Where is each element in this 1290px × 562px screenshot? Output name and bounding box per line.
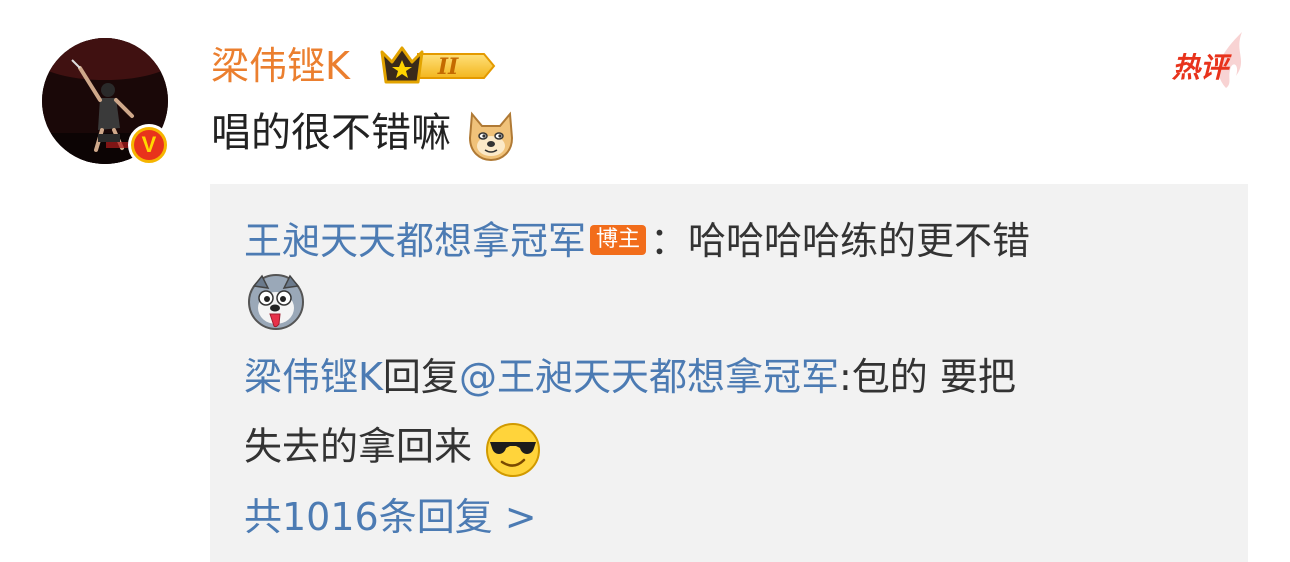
more-replies-link[interactable]: 共1016条回复 > bbox=[244, 492, 537, 542]
vip-crown-icon: II bbox=[380, 46, 496, 84]
reply-box: 王昶天天都想拿冠军 博主 ：哈哈哈哈练的更不错 梁伟铿K回复@王昶天天都想拿冠军:包… bbox=[210, 184, 1248, 562]
reply-2-reply-word: 回复 bbox=[382, 355, 459, 399]
vip-level-label: II bbox=[437, 54, 459, 80]
blogger-badge: 博主 bbox=[590, 224, 647, 255]
sunglasses-emoji-icon bbox=[486, 423, 541, 477]
reply-2-text-1: :包的 要把 bbox=[838, 355, 1016, 399]
reply-1[interactable]: 王昶天天都想拿冠军 博主 ：哈哈哈哈练的更不错 bbox=[244, 216, 1030, 266]
hot-comment-tag: 热评 bbox=[1170, 30, 1252, 90]
reply-2-author[interactable]: 梁伟铿K bbox=[244, 355, 383, 399]
verified-badge: V bbox=[128, 124, 170, 166]
reply-1-separator: ： bbox=[650, 219, 689, 263]
reply-2-line-1[interactable]: 梁伟铿K回复@王昶天天都想拿冠军:包的 要把 bbox=[244, 352, 1016, 402]
doge-emoji-icon bbox=[468, 111, 513, 162]
reply-2-text-2: 失去的拿回来 bbox=[244, 424, 473, 469]
verified-v-icon: V bbox=[134, 130, 164, 160]
reply-2-line-2: 失去的拿回来 bbox=[244, 420, 542, 478]
comment-text-line: 唱的很不错嘛 bbox=[211, 108, 518, 162]
reply-1-author[interactable]: 王昶天天都想拿冠军 bbox=[244, 219, 586, 263]
husky-emoji-icon bbox=[248, 274, 304, 330]
comment-text: 唱的很不错嘛 bbox=[211, 110, 451, 156]
hot-comment-label: 热评 bbox=[1172, 51, 1229, 84]
username[interactable]: 梁伟铿K bbox=[211, 42, 350, 90]
reply-1-text: 哈哈哈哈练的更不错 bbox=[688, 219, 1031, 263]
reply-2-mention[interactable]: @王昶天天都想拿冠军 bbox=[459, 355, 839, 399]
